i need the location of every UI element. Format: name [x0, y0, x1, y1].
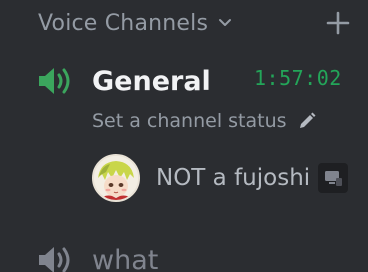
- voice-channel-list: Voice Channels General 1:57:02 Set a cha…: [0, 0, 368, 272]
- channel-name: General: [92, 65, 211, 97]
- set-channel-status-button[interactable]: Set a channel status: [92, 106, 317, 136]
- chevron-down-icon: [218, 18, 232, 28]
- channel-name: what: [92, 244, 159, 272]
- channel-status-placeholder: Set a channel status: [92, 110, 287, 132]
- voice-user-row[interactable]: NOT a fujoshi: [92, 152, 368, 204]
- avatar[interactable]: [92, 154, 140, 202]
- speaker-icon: [36, 64, 76, 98]
- voice-channel-what[interactable]: what: [36, 240, 236, 272]
- voice-username: NOT a fujoshi: [156, 165, 311, 191]
- speaker-icon: [36, 243, 76, 272]
- category-label: Voice Channels: [38, 10, 209, 36]
- voice-elapsed-timer: 1:57:02: [254, 66, 342, 90]
- plus-icon: [326, 11, 350, 35]
- category-header-voice-channels[interactable]: Voice Channels: [38, 6, 232, 40]
- pencil-icon: [297, 111, 317, 131]
- streaming-badge-icon: [318, 163, 349, 193]
- add-channel-button[interactable]: [324, 9, 352, 37]
